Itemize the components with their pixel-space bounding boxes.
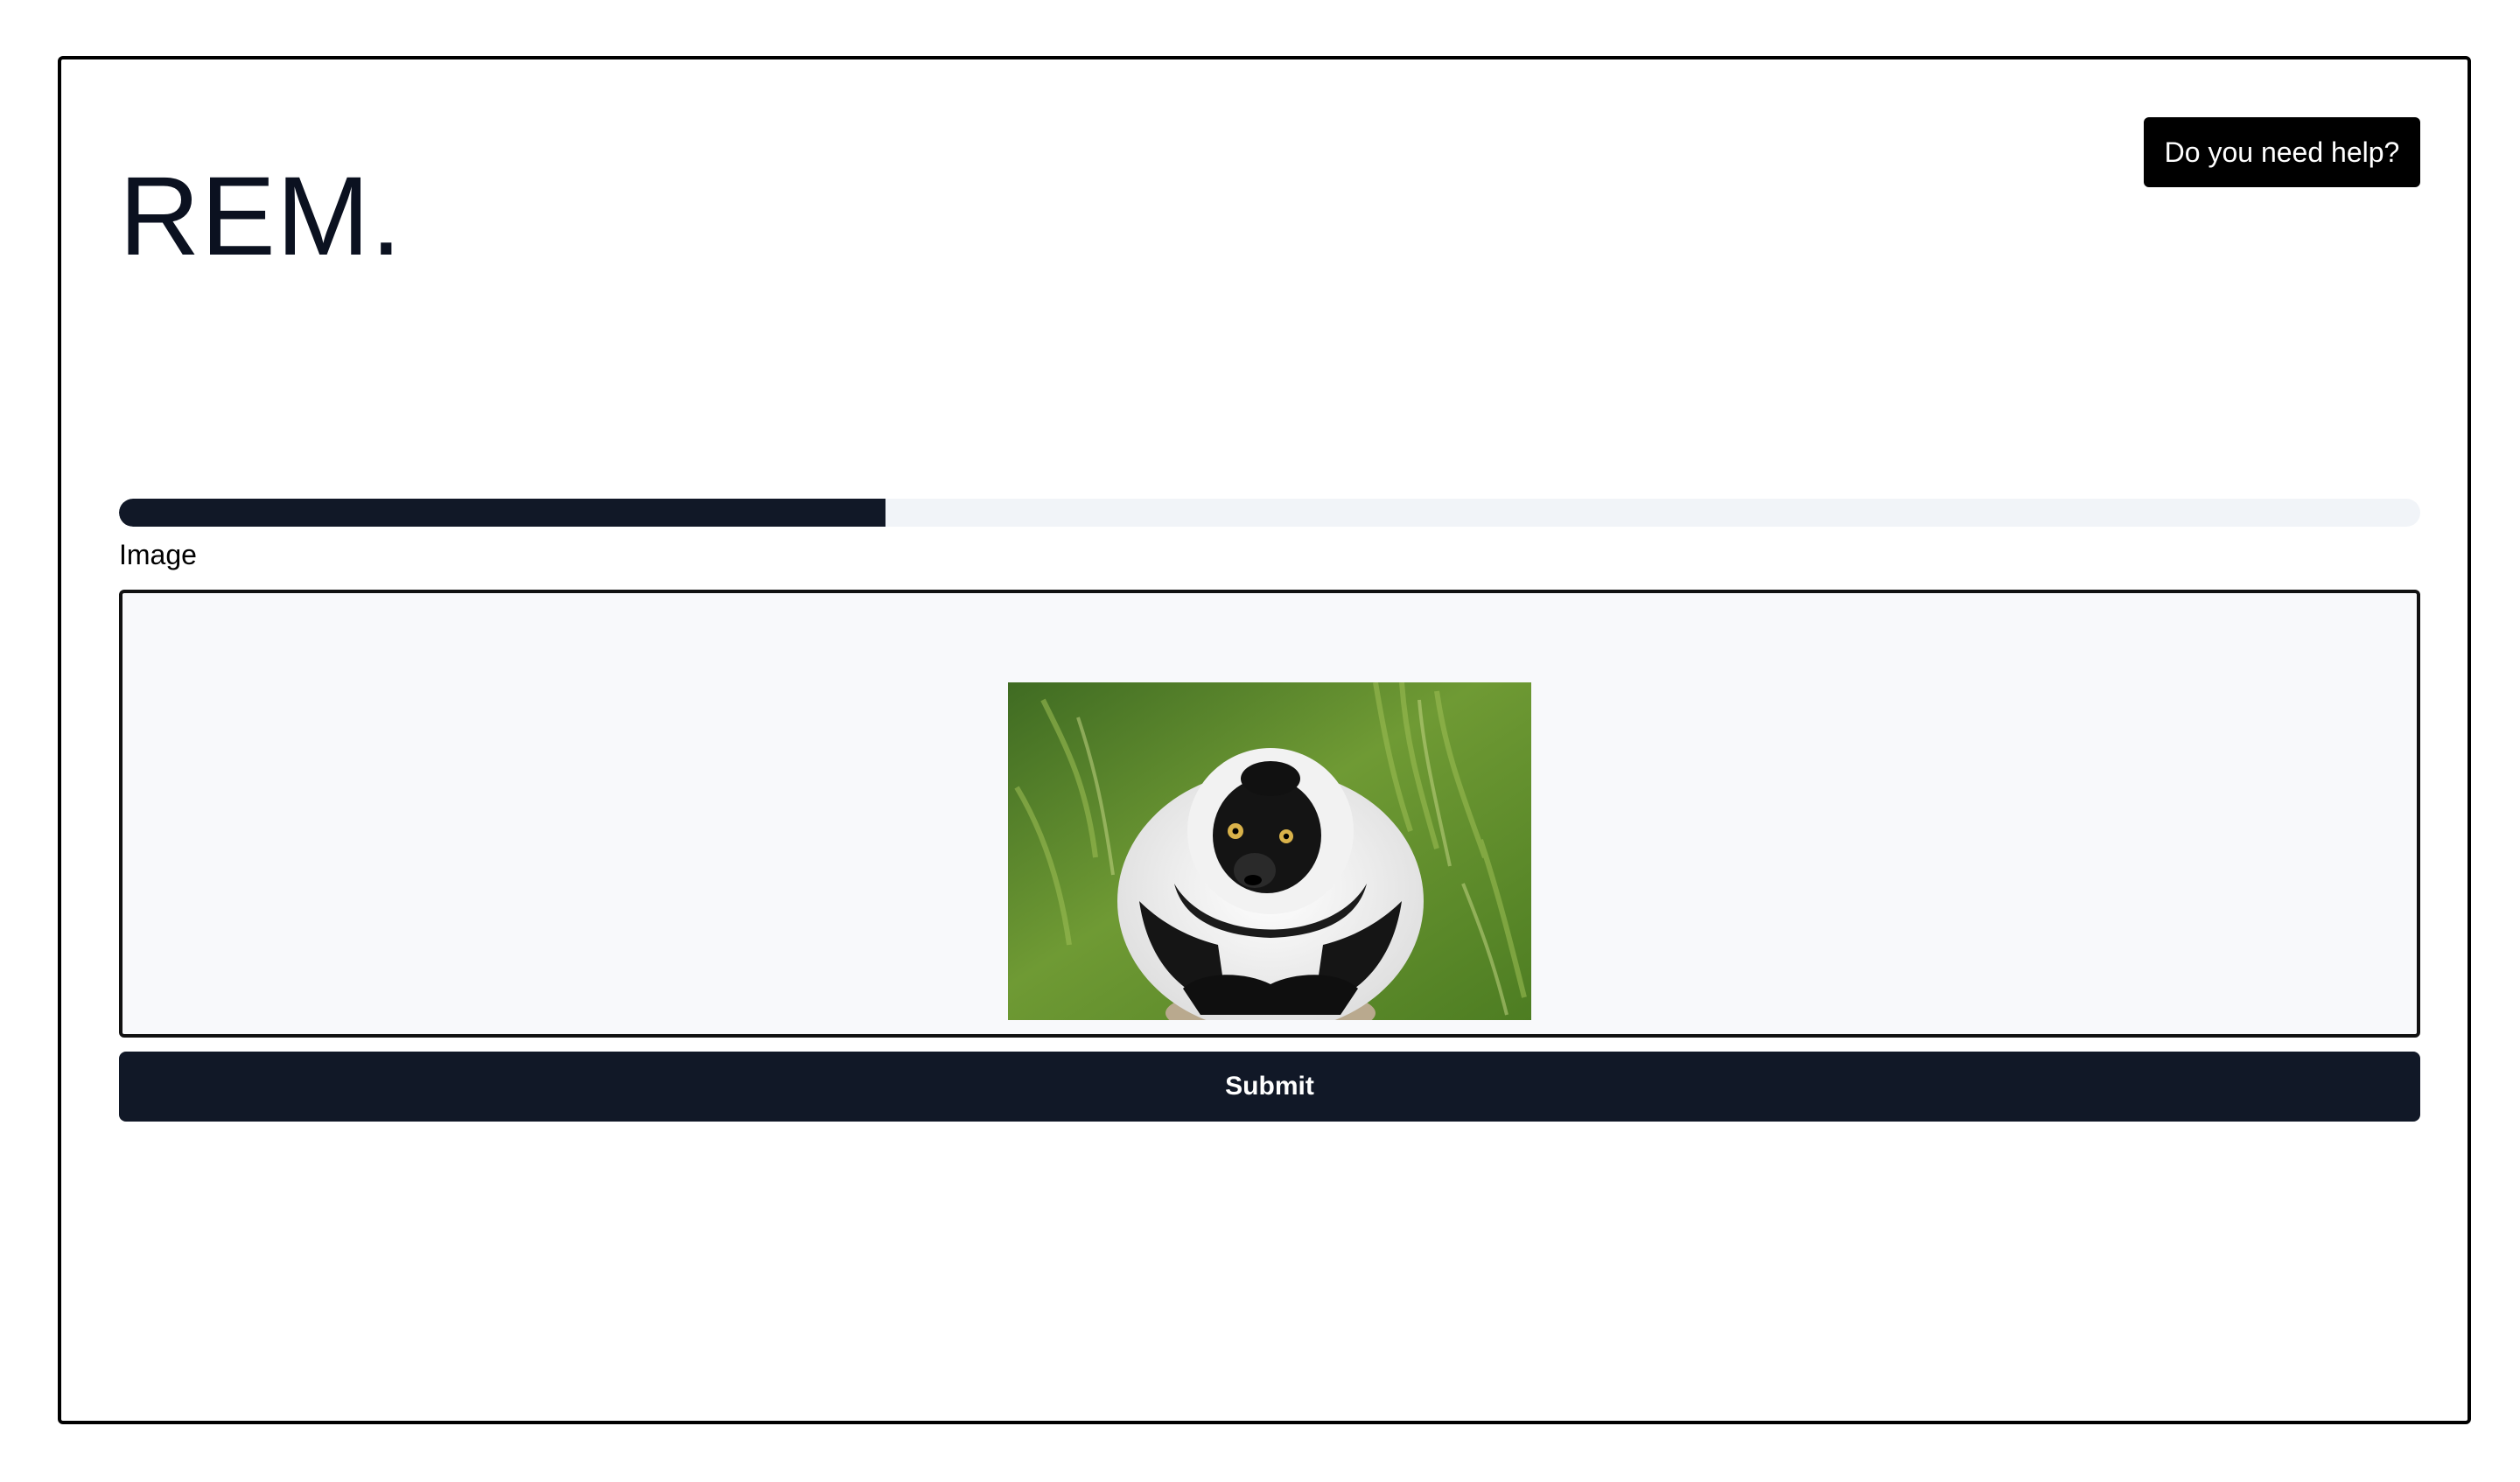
image-preview bbox=[1008, 682, 1531, 1020]
page-frame: REM. Do you need help? Image Submit bbox=[58, 56, 2471, 1424]
submit-button[interactable]: Submit bbox=[119, 1052, 2420, 1122]
image-dropzone[interactable] bbox=[119, 590, 2420, 1038]
progress-bar bbox=[119, 499, 2420, 527]
app-logo: REM. bbox=[119, 154, 402, 279]
progress-fill bbox=[119, 499, 886, 527]
help-button[interactable]: Do you need help? bbox=[2144, 117, 2420, 187]
image-field-label: Image bbox=[119, 539, 197, 570]
